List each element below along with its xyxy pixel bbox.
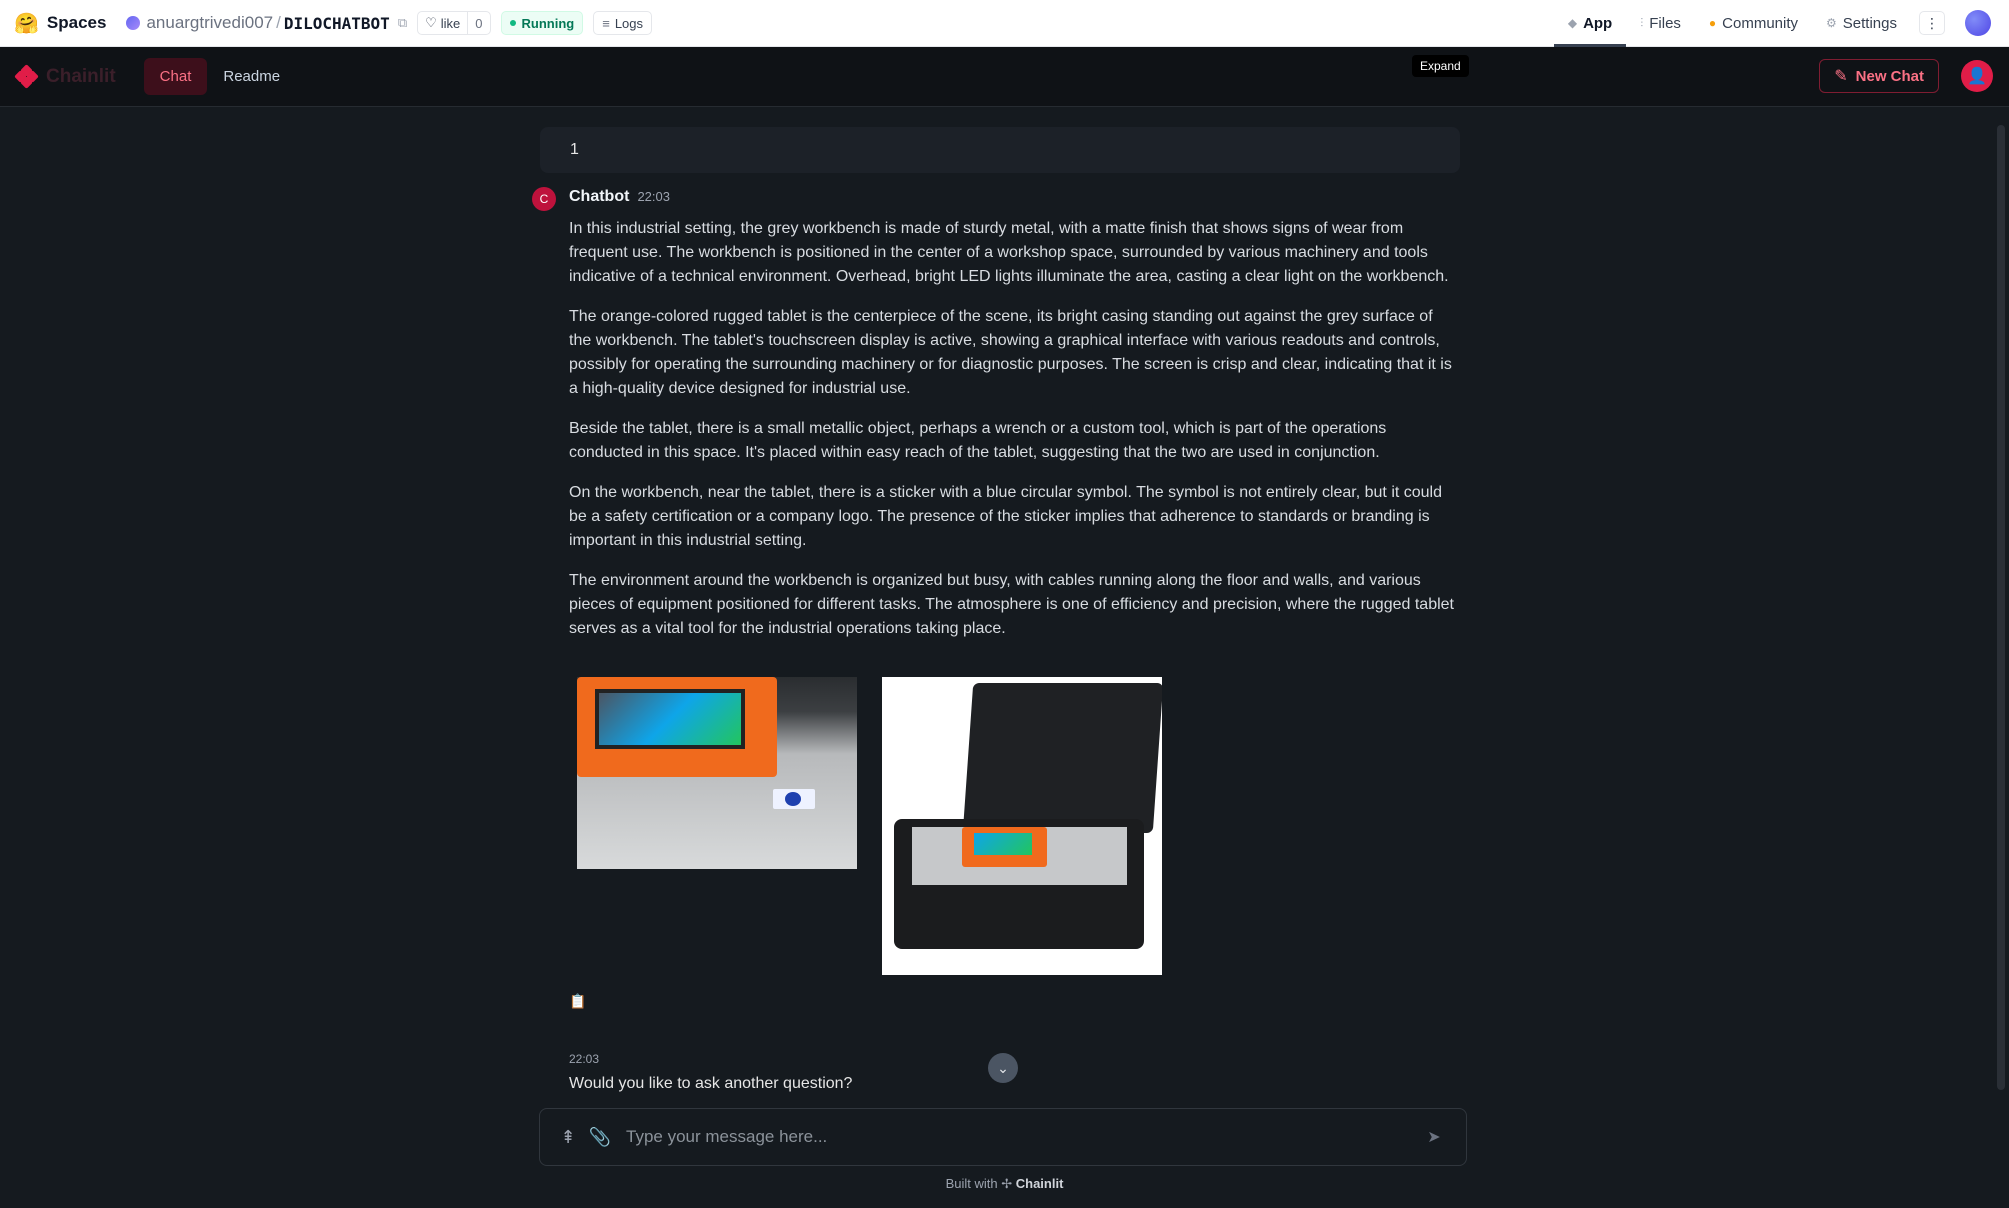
files-icon: ⫶ [1640, 15, 1644, 30]
case-tablet [962, 827, 1047, 867]
expand-tooltip: Expand [1412, 55, 1469, 77]
image-attachments [569, 677, 1169, 987]
send-button[interactable]: ➤ [1418, 1121, 1450, 1153]
tablet-screen [595, 689, 745, 749]
bot-paragraph: The orange-colored rugged tablet is the … [569, 308, 1452, 397]
bot-timestamp: 22:03 [637, 189, 670, 204]
nav-chat[interactable]: Chat [143, 58, 208, 95]
new-chat-label: New Chat [1855, 67, 1924, 85]
kebab-icon: ⋮ [1925, 14, 1939, 31]
message-input[interactable] [626, 1127, 1418, 1147]
tab-settings-label: Settings [1842, 14, 1897, 32]
send-icon: ➤ [1427, 1129, 1441, 1146]
tab-files[interactable]: ⫶ Files [1626, 0, 1695, 46]
copy-message-icon[interactable]: 📋 [569, 993, 586, 1010]
footer: Built with ✢ Chainlit [0, 1176, 2009, 1192]
message-composer: ⇞ 📎 ➤ [539, 1108, 1467, 1166]
like-label: like [440, 15, 461, 31]
second-message-timestamp: 22:03 [569, 1052, 600, 1066]
status-text: Running [521, 15, 575, 31]
user-icon: 👤 [1967, 68, 1987, 85]
cube-icon: ◆ [1567, 16, 1578, 30]
tab-settings[interactable]: ⚙ Settings [1812, 0, 1911, 46]
main-nav: Chat Readme [143, 58, 296, 95]
tab-app[interactable]: ◆ App [1553, 0, 1627, 47]
case-lid [962, 683, 1162, 833]
chainlit-header: Chainlit Chat Readme Expand ✎ New Chat 👤 [0, 47, 2009, 107]
chevron-down-icon: ⌄ [997, 1059, 1009, 1076]
rugged-case-image[interactable] [882, 677, 1162, 975]
chainlit-small-logo-icon: ✢ [1001, 1176, 1013, 1191]
brand-name: Chainlit [46, 65, 116, 87]
new-chat-button[interactable]: ✎ New Chat [1819, 59, 1939, 93]
logs-label: Logs [614, 15, 644, 31]
hf-logo-icon[interactable]: 🤗 [14, 11, 39, 36]
like-count: 0 [467, 12, 489, 34]
scrollbar[interactable] [1997, 125, 2005, 1090]
second-message-text: Would you like to ask another question? [569, 1075, 853, 1092]
status-badge[interactable]: Running [500, 11, 584, 35]
status-dot-icon [509, 20, 516, 26]
tab-files-label: Files [1649, 14, 1681, 32]
tab-community-label: Community [1722, 14, 1799, 32]
bot-message-header: Chatbot 22:03 [569, 188, 670, 206]
tablet-workbench-image[interactable] [577, 677, 857, 869]
chevrons-up-icon: ⇞ [560, 1126, 576, 1147]
chat-area: 1 C Chatbot 22:03 In this industrial set… [0, 107, 2009, 1092]
chainlit-logo-icon [14, 63, 39, 89]
bot-name: Chatbot [569, 188, 630, 205]
chevrons-up-button[interactable]: ⇞ [552, 1121, 584, 1153]
paperclip-icon: 📎 [588, 1126, 612, 1147]
bot-paragraph: In this industrial setting, the grey wor… [569, 220, 1449, 285]
tab-app-label: App [1583, 14, 1613, 32]
chainlit-brand: Chainlit [14, 63, 116, 89]
nav-readme[interactable]: Readme [207, 58, 296, 95]
owner-link[interactable]: anuargtrivedi007 [146, 13, 273, 33]
attach-button[interactable]: 📎 [584, 1121, 616, 1153]
copy-icon[interactable]: ⧉ [398, 15, 407, 31]
user-avatar[interactable] [1965, 10, 1991, 36]
gear-icon: ⚙ [1826, 16, 1837, 30]
scroll-down-button[interactable]: ⌄ [988, 1053, 1018, 1083]
spaces-link[interactable]: Spaces [47, 13, 107, 33]
user-message: 1 [540, 127, 1460, 173]
logs-icon: ≡ [602, 15, 610, 31]
footer-prefix: Built with [945, 1176, 998, 1191]
bot-paragraph: The environment around the workbench is … [569, 572, 1454, 637]
more-options-button[interactable]: ⋮ [1919, 11, 1945, 35]
footer-brand[interactable]: Chainlit [1016, 1176, 1064, 1191]
bot-paragraph: On the workbench, near the tablet, there… [569, 484, 1443, 549]
community-icon: ● [1708, 16, 1717, 30]
bot-message-body: In this industrial setting, the grey wor… [569, 217, 1454, 657]
bot-avatar: C [532, 187, 556, 211]
profile-avatar[interactable]: 👤 [1961, 60, 1993, 92]
bot-paragraph: Beside the tablet, there is a small meta… [569, 420, 1387, 461]
path-separator: / [276, 13, 281, 32]
user-message-text: 1 [570, 141, 579, 158]
hf-top-bar: 🤗 Spaces anuargtrivedi007 / DILOCHATBOT … [0, 0, 2009, 47]
logs-button[interactable]: ≡ Logs [593, 11, 653, 35]
like-button[interactable]: ♡ like 0 [417, 11, 491, 35]
edit-icon: ✎ [1834, 68, 1848, 85]
heart-icon: ♡ [425, 15, 437, 30]
repo-name[interactable]: DILOCHATBOT [284, 14, 390, 33]
blue-sticker [773, 789, 815, 809]
tab-community[interactable]: ● Community [1695, 0, 1812, 46]
owner-avatar [126, 16, 141, 30]
